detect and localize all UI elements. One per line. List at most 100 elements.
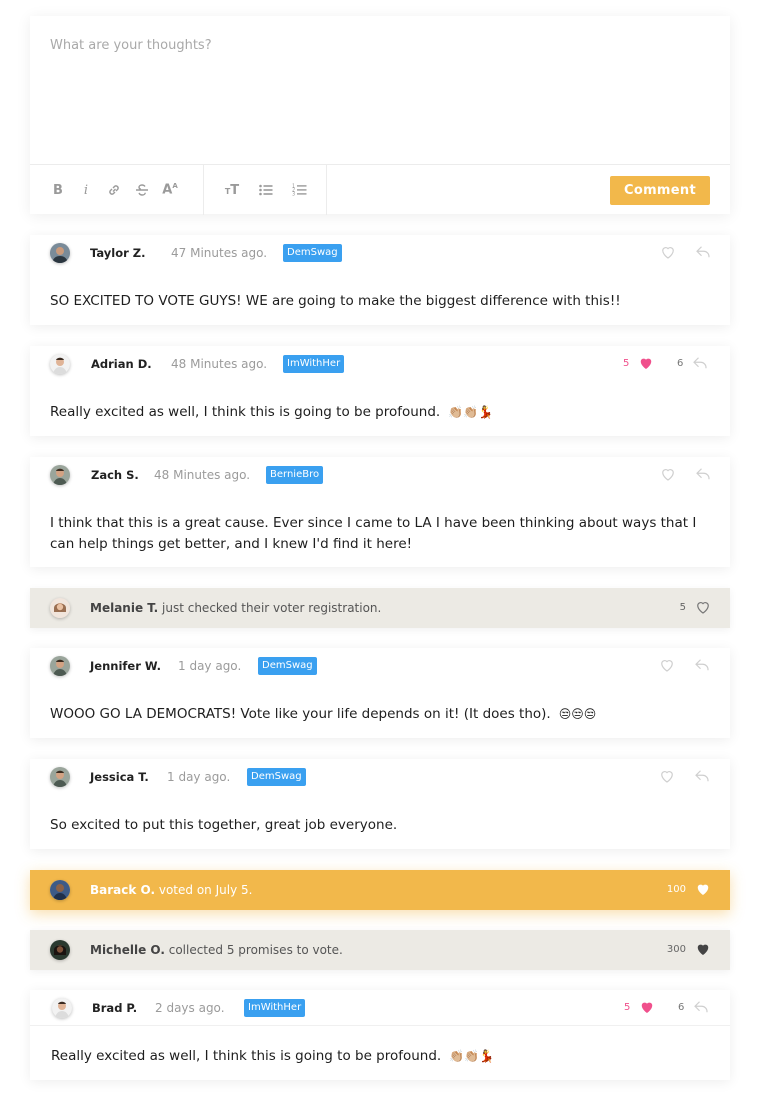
like-button[interactable] <box>659 465 677 483</box>
comment-card: Jessica T. 1 day ago. DemSwag So excited… <box>30 759 730 849</box>
author-name[interactable]: Zach S. <box>91 468 139 482</box>
user-tag[interactable]: ImWithHer <box>244 999 306 1017</box>
comment-text: Really excited as well, I think this is … <box>50 404 494 420</box>
like-count: 5 <box>623 357 630 369</box>
activity-name[interactable]: Michelle O. <box>90 943 165 957</box>
heart-filled-icon <box>642 1002 653 1013</box>
like-button[interactable] <box>659 243 677 261</box>
comment-button[interactable]: Comment <box>610 176 710 205</box>
heart-outline-icon <box>662 469 674 481</box>
user-tag[interactable]: DemSwag <box>247 768 306 786</box>
comment-time: 2 days ago. <box>155 1001 225 1015</box>
activity-like[interactable]: 300 <box>667 940 712 958</box>
heart-outline-icon <box>661 771 673 783</box>
avatar[interactable] <box>50 354 70 374</box>
comment-time: 47 Minutes ago. <box>171 246 268 260</box>
comment-time: 48 Minutes ago. <box>171 357 268 371</box>
activity-item: Melanie T. just checked their voter regi… <box>30 588 730 628</box>
comment-text: SO EXCITED TO VOTE GUYS! WE are going to… <box>50 293 621 309</box>
activity-count: 300 <box>666 943 686 955</box>
emoji: 😒😒😒 <box>558 707 597 721</box>
like-button[interactable] <box>658 656 676 674</box>
author-name[interactable]: Jessica T. <box>90 770 149 784</box>
link-button[interactable] <box>100 176 128 204</box>
reply-icon <box>694 1001 708 1013</box>
bold-icon: B <box>53 182 63 198</box>
activity-count: 100 <box>666 883 686 895</box>
emoji: 👏🏼👏🏼💃 <box>448 405 494 419</box>
activity-name[interactable]: Barack O. <box>90 883 155 897</box>
comment-card: Zach S. 48 Minutes ago. BernieBro I thin… <box>30 457 730 567</box>
avatar[interactable] <box>50 880 70 900</box>
user-tag[interactable]: DemSwag <box>283 244 342 262</box>
heart-outline-icon <box>697 602 709 614</box>
avatar[interactable] <box>50 767 70 787</box>
activity-item: Michelle O. collected 5 promises to vote… <box>30 930 730 970</box>
like-button[interactable] <box>658 767 676 785</box>
numbered-list-button[interactable]: 123 <box>286 176 314 204</box>
user-tag[interactable]: BernieBro <box>266 466 324 484</box>
activity-like[interactable]: 5 <box>680 598 712 616</box>
reply-button[interactable] <box>693 656 711 674</box>
author-name[interactable]: Adrian D. <box>91 357 152 371</box>
heart-filled-icon <box>641 358 652 369</box>
strikethrough-button[interactable] <box>128 176 156 204</box>
font-size-icon: AA <box>162 182 178 198</box>
activity-like[interactable]: 100 <box>667 880 712 898</box>
reply-button[interactable]: 6 <box>678 998 710 1016</box>
avatar[interactable] <box>50 940 70 960</box>
author-name[interactable]: Taylor Z. <box>90 246 146 260</box>
divider <box>30 1025 730 1026</box>
format-group: B i AA <box>30 165 204 215</box>
like-button[interactable]: 5 <box>623 354 655 372</box>
avatar[interactable] <box>50 243 70 263</box>
like-button[interactable]: 5 <box>624 998 656 1016</box>
reply-button[interactable]: 6 <box>677 354 709 372</box>
bullet-list-button[interactable] <box>252 176 280 204</box>
reply-button[interactable] <box>694 465 712 483</box>
emoji: 👏🏼👏🏼💃 <box>449 1049 495 1063</box>
like-count: 5 <box>624 1001 631 1013</box>
activity-text: Michelle O. collected 5 promises to vote… <box>90 943 343 957</box>
comment-time: 1 day ago. <box>178 659 242 673</box>
editor-toolbar: B i AA TT 123 Comment <box>30 164 730 215</box>
comment-card: Taylor Z. 47 Minutes ago. DemSwag SO EXC… <box>30 235 730 325</box>
heart-outline-icon <box>662 247 674 259</box>
reply-icon <box>695 659 709 671</box>
reply-icon <box>696 468 710 480</box>
svg-text:3: 3 <box>292 192 295 198</box>
reply-count: 6 <box>677 357 684 369</box>
comment-card: Adrian D. 48 Minutes ago. ImWithHer 5 6 … <box>30 346 730 436</box>
avatar[interactable] <box>52 998 72 1018</box>
avatar[interactable] <box>50 598 70 618</box>
italic-button[interactable]: i <box>72 176 100 204</box>
user-tag[interactable]: ImWithHer <box>283 355 345 373</box>
reply-icon <box>693 357 707 369</box>
activity-text: Barack O. voted on July 5. <box>90 883 253 897</box>
block-group: TT 123 <box>204 165 327 215</box>
comment-text: I think that this is a great cause. Ever… <box>50 515 697 552</box>
activity-item-highlighted: Barack O. voted on July 5. 100 <box>30 870 730 910</box>
activity-count: 5 <box>679 601 686 613</box>
font-size-button[interactable]: AA <box>156 176 184 204</box>
reply-button[interactable] <box>694 243 712 261</box>
author-name[interactable]: Brad P. <box>92 1001 137 1015</box>
user-tag[interactable]: DemSwag <box>258 657 317 675</box>
heart-outline-icon <box>661 660 673 672</box>
comment-input[interactable]: What are your thoughts? <box>50 38 212 53</box>
reply-icon <box>695 770 709 782</box>
author-name[interactable]: Jennifer W. <box>90 659 161 673</box>
link-icon <box>109 185 119 195</box>
italic-icon: i <box>83 182 89 198</box>
bold-button[interactable]: B <box>44 176 72 204</box>
comment-card: Jennifer W. 1 day ago. DemSwag WOOO GO L… <box>30 648 730 738</box>
reply-button[interactable] <box>693 767 711 785</box>
activity-name[interactable]: Melanie T. <box>90 601 158 615</box>
comment-editor: What are your thoughts? B i AA TT 123 Co… <box>30 16 730 215</box>
avatar[interactable] <box>50 656 70 676</box>
text-size-button[interactable]: TT <box>218 176 246 204</box>
comment-time: 48 Minutes ago. <box>154 468 251 482</box>
avatar[interactable] <box>50 465 70 485</box>
comment-text: So excited to put this together, great j… <box>50 817 398 833</box>
text-size-icon: TT <box>224 182 240 198</box>
